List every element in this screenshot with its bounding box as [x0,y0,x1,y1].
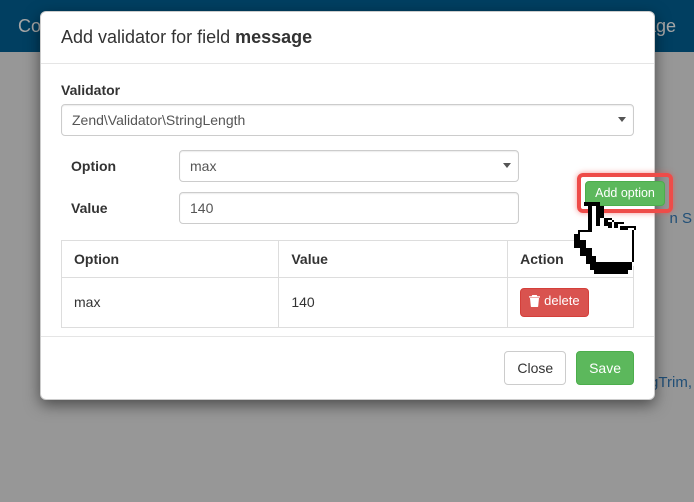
modal-title: Add validator for field message [61,27,634,48]
close-button[interactable]: Close [504,351,566,385]
th-action: Action [508,241,634,278]
options-table: Option Value Action max 140 delete [61,240,634,328]
modal-footer: Close Save [41,336,654,399]
option-label: Option [71,158,179,174]
add-option-button[interactable]: Add option [585,181,665,206]
cell-option: max [62,278,279,328]
table-header-row: Option Value Action [62,241,634,278]
add-validator-modal: Add validator for field message Validato… [40,11,655,400]
delete-button-label: delete [544,293,579,308]
modal-title-prefix: Add validator for field [61,27,235,47]
validator-select[interactable]: Zend\Validator\StringLength [61,104,634,136]
modal-title-field: message [235,27,312,47]
modal-body: Validator Zend\Validator\StringLength Op… [41,64,654,336]
value-input[interactable] [179,192,519,224]
delete-button[interactable]: delete [520,288,588,317]
save-button[interactable]: Save [576,351,634,385]
th-value: Value [279,241,508,278]
validator-label: Validator [61,82,634,98]
modal-header: Add validator for field message [41,12,654,64]
table-row: max 140 delete [62,278,634,328]
option-select[interactable]: max [179,150,519,182]
cell-action: delete [508,278,634,328]
cell-value: 140 [279,278,508,328]
trash-icon [529,294,540,313]
th-option: Option [62,241,279,278]
value-label: Value [71,200,179,216]
